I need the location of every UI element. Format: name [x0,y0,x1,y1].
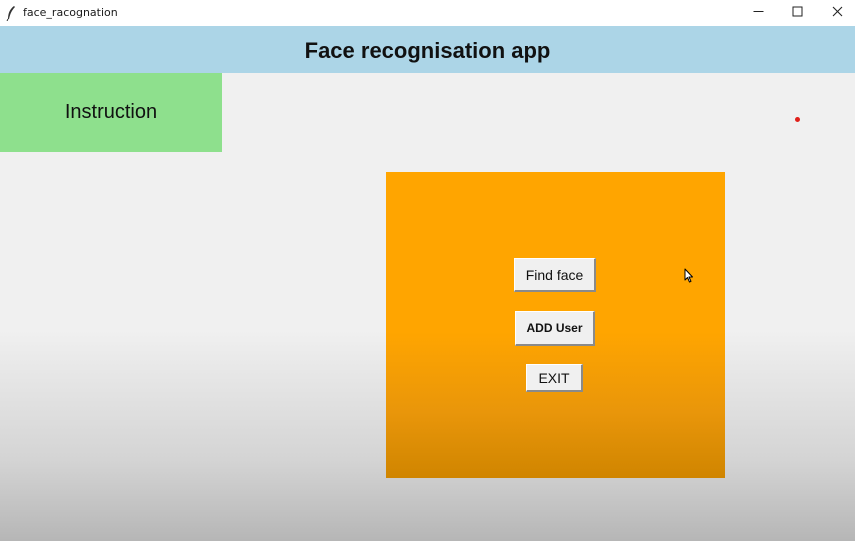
maximize-icon [792,4,803,22]
add-user-button[interactable]: ADD User [515,311,595,346]
red-dot-indicator [795,117,800,122]
app-header: Face recognisation app [0,26,855,73]
action-panel: Find face ADD User EXIT [386,172,725,478]
maximize-button[interactable] [777,0,817,26]
find-face-button[interactable]: Find face [514,258,596,292]
instruction-button[interactable]: Instruction [0,73,222,152]
close-button[interactable] [817,0,855,26]
instruction-label: Instruction [64,101,158,123]
mouse-cursor-icon [684,268,694,284]
feather-icon [6,5,16,22]
exit-button[interactable]: EXIT [526,364,583,392]
app-title: Face recognisation app [304,37,551,63]
window-title: face_racognation [23,6,118,19]
minimize-icon [753,4,764,22]
close-icon [832,4,843,22]
window-titlebar: face_racognation [0,0,855,26]
minimize-button[interactable] [738,0,778,26]
